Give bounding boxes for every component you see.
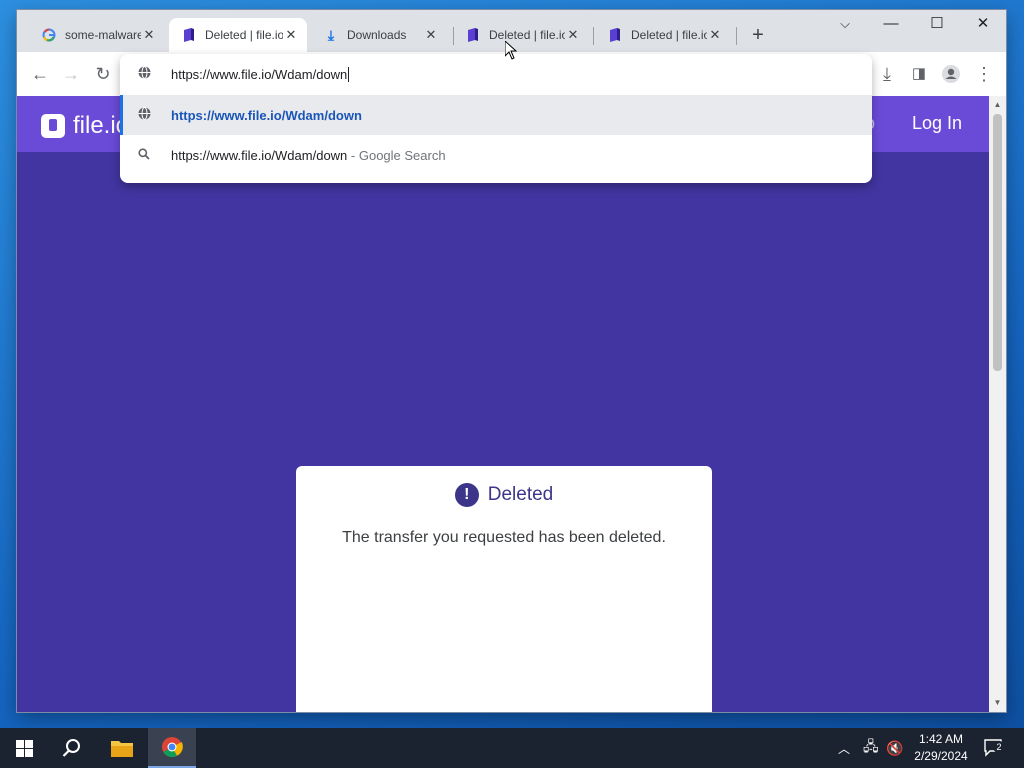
menu-kebab-icon[interactable]: ⋮: [973, 63, 995, 85]
globe-icon: [136, 107, 152, 123]
close-icon[interactable]: ✕: [565, 27, 581, 43]
scroll-up-icon[interactable]: ▲: [989, 98, 1006, 112]
windows-start-icon[interactable]: [0, 728, 48, 768]
tab-separator: [593, 27, 594, 45]
deleted-card: ! Deleted The transfer you requested has…: [296, 466, 712, 712]
tab-2[interactable]: Deleted | file.io ✕: [169, 18, 307, 52]
suggestion-search-suffix: - Google Search: [347, 147, 446, 163]
suggestion-url-text: https://www.file.io/Wdam/down: [171, 107, 362, 123]
profile-avatar-icon[interactable]: [940, 63, 962, 85]
close-icon[interactable]: ✕: [141, 27, 157, 43]
tab-1[interactable]: some-malware ✕: [29, 18, 165, 52]
chrome-taskbar-icon[interactable]: [148, 728, 196, 768]
back-arrow-icon[interactable]: ←: [29, 63, 51, 85]
tab-3[interactable]: ⤓ Downloads ✕: [311, 18, 447, 52]
scroll-down-icon[interactable]: ▼: [989, 696, 1006, 710]
scrollbar-thumb[interactable]: [993, 114, 1002, 371]
network-icon[interactable]: 🖧: [863, 728, 879, 768]
address-input[interactable]: https://www.file.io/Wdam/down: [171, 66, 350, 82]
card-title: Deleted: [487, 484, 554, 505]
exclamation-icon: !: [454, 483, 479, 507]
maximize-button[interactable]: ☐: [914, 10, 960, 40]
login-link[interactable]: Log In: [912, 113, 962, 134]
tab-5[interactable]: Deleted | file.io ✕: [595, 18, 731, 52]
suggestion-search-text: https://www.file.io/Wdam/down: [171, 147, 348, 163]
volume-muted-icon[interactable]: 🔇: [886, 728, 903, 768]
tab-title: some-malware: [65, 28, 141, 42]
tray-chevron-icon[interactable]: ︿: [838, 728, 850, 768]
minimize-button[interactable]: —: [868, 10, 914, 40]
download-icon: ⤓: [327, 26, 335, 43]
file-io-icon: [465, 27, 481, 43]
google-g-icon: [41, 27, 57, 43]
clock-time: 1:42 AM: [918, 732, 964, 746]
notification-count-badge: 2: [993, 741, 1005, 753]
page-content: file.io o Log In ! Deleted The transfer …: [17, 96, 989, 712]
card-message: The transfer you requested has been dele…: [342, 529, 666, 546]
tab-4[interactable]: Deleted | file.io ✕: [453, 18, 589, 52]
search-icon: [136, 147, 152, 163]
omnibox-suggestion-search[interactable]: https://www.file.io/Wdam/down - Google S…: [120, 135, 872, 175]
taskbar-clock[interactable]: 1:42 AM 2/29/2024: [906, 731, 976, 765]
close-icon[interactable]: ✕: [423, 27, 439, 43]
file-io-icon: [607, 27, 623, 43]
tab-title: Downloads: [347, 28, 407, 42]
close-window-button[interactable]: ✕: [960, 10, 1006, 40]
tab-separator: [736, 27, 737, 45]
mouse-cursor-icon: [505, 41, 517, 60]
vertical-scrollbar[interactable]: ▲ ▼: [989, 96, 1006, 712]
file-io-logo[interactable]: file.io: [41, 112, 129, 140]
reload-icon[interactable]: ↻: [92, 63, 114, 85]
tab-title: Deleted | file.io: [205, 28, 283, 42]
forward-arrow-icon[interactable]: →: [60, 63, 82, 85]
file-explorer-icon[interactable]: [98, 728, 146, 768]
tab-search-chevron-icon[interactable]: ⌵: [822, 10, 868, 40]
address-bar[interactable]: https://www.file.io/Wdam/down: [120, 54, 872, 94]
side-panel-icon[interactable]: ◨: [908, 63, 930, 85]
omnibox-suggestion-url[interactable]: https://www.file.io/Wdam/down: [120, 95, 872, 135]
tab-title: Deleted | file.io: [489, 28, 565, 42]
file-io-logo-icon: [41, 114, 65, 138]
omnibox-dropdown: https://www.file.io/Wdam/down https://ww…: [120, 54, 872, 183]
selection-indicator: [120, 95, 123, 135]
taskbar: ︿ 🖧 🔇 1:42 AM 2/29/2024 2: [0, 728, 1024, 768]
card-heading: ! Deleted: [296, 483, 712, 507]
tab-separator: [453, 27, 454, 45]
new-tab-button[interactable]: +: [748, 25, 768, 46]
file-io-icon: [181, 27, 197, 43]
globe-icon: [136, 66, 152, 82]
tab-title: Deleted | file.io: [631, 28, 707, 42]
downloads-icon[interactable]: ⤓: [876, 63, 898, 85]
search-icon[interactable]: [48, 728, 96, 768]
close-icon[interactable]: ✕: [283, 27, 299, 43]
close-icon[interactable]: ✕: [707, 27, 723, 43]
clock-date: 2/29/2024: [914, 749, 968, 763]
notification-center-icon[interactable]: 2: [984, 728, 1005, 768]
